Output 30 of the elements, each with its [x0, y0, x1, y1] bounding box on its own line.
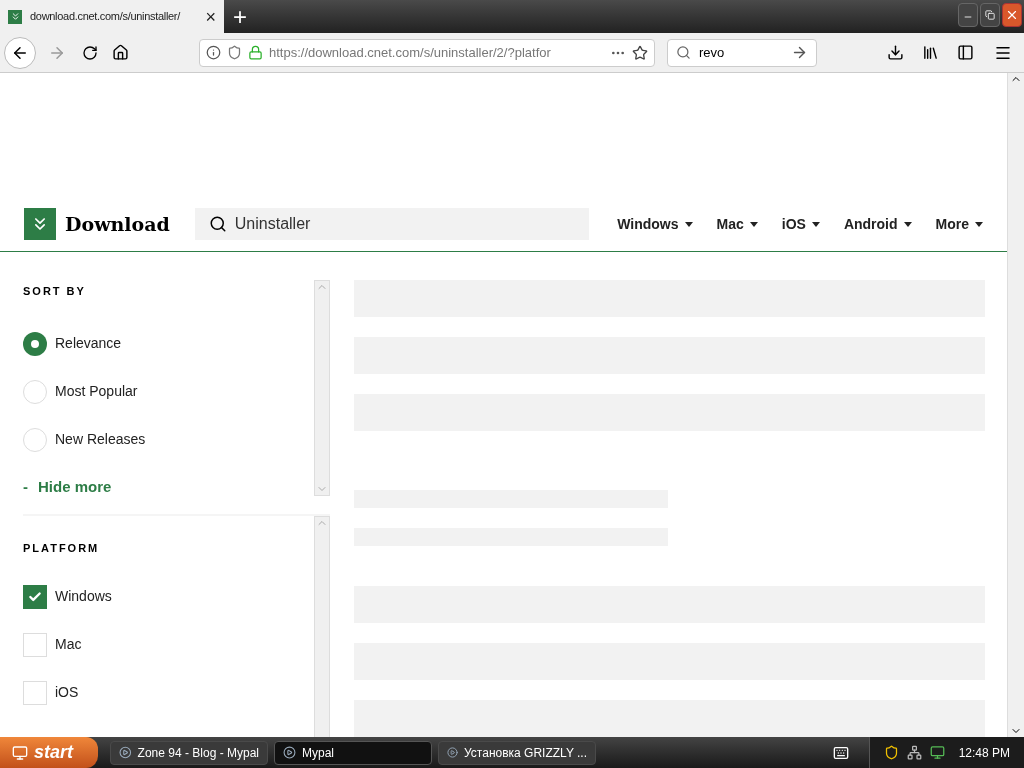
- nav-menu[interactable]: Windows: [617, 213, 693, 235]
- option-label: Windows: [55, 587, 112, 606]
- nav-menu[interactable]: Android: [843, 213, 912, 235]
- option-label: Mac: [55, 635, 82, 654]
- address-bar[interactable]: https://download.cnet.com/s/uninstaller/2/?platfor: [199, 38, 655, 67]
- nav-menu[interactable]: iOS: [781, 213, 820, 235]
- option-label: Most Popular: [55, 382, 138, 401]
- url-text: https://download.cnet.com/s/uninstaller/2/?platfor: [269, 43, 552, 62]
- tab-close-button[interactable]: ×: [205, 7, 216, 26]
- section-title: SORT BY: [23, 284, 87, 299]
- new-tab-button[interactable]: +: [224, 0, 256, 33]
- site-search-field[interactable]: Uninstaller: [194, 208, 589, 240]
- hide-more-link[interactable]: - Hide more: [23, 475, 314, 498]
- site-logo[interactable]: Download: [24, 208, 170, 240]
- nav-menu[interactable]: Mac: [716, 213, 758, 235]
- taskbar-button[interactable]: Mypal: [274, 740, 432, 765]
- section-title: PLATFORM: [23, 541, 101, 556]
- search-value: Uninstaller: [234, 214, 311, 234]
- tab-title: download.cnet.com/s/uninstaller/: [30, 9, 182, 25]
- clock: 12:48 PM: [958, 744, 1010, 762]
- taskbar-button[interactable]: Установка GRIZZLY ...: [438, 740, 596, 765]
- search-field[interactable]: revo: [667, 38, 817, 67]
- browser-tab[interactable]: download.cnet.com/s/uninstaller/ ×: [0, 0, 224, 33]
- option-label: New Releases: [55, 430, 146, 449]
- option-label: iOS: [55, 683, 79, 702]
- nav-menu[interactable]: More: [935, 213, 983, 235]
- search-value: revo: [699, 43, 726, 62]
- taskbar-button[interactable]: Zone 94 - Blog - Mypal: [110, 740, 268, 765]
- option-label: Relevance: [55, 334, 122, 353]
- logo-text: Download: [65, 211, 170, 237]
